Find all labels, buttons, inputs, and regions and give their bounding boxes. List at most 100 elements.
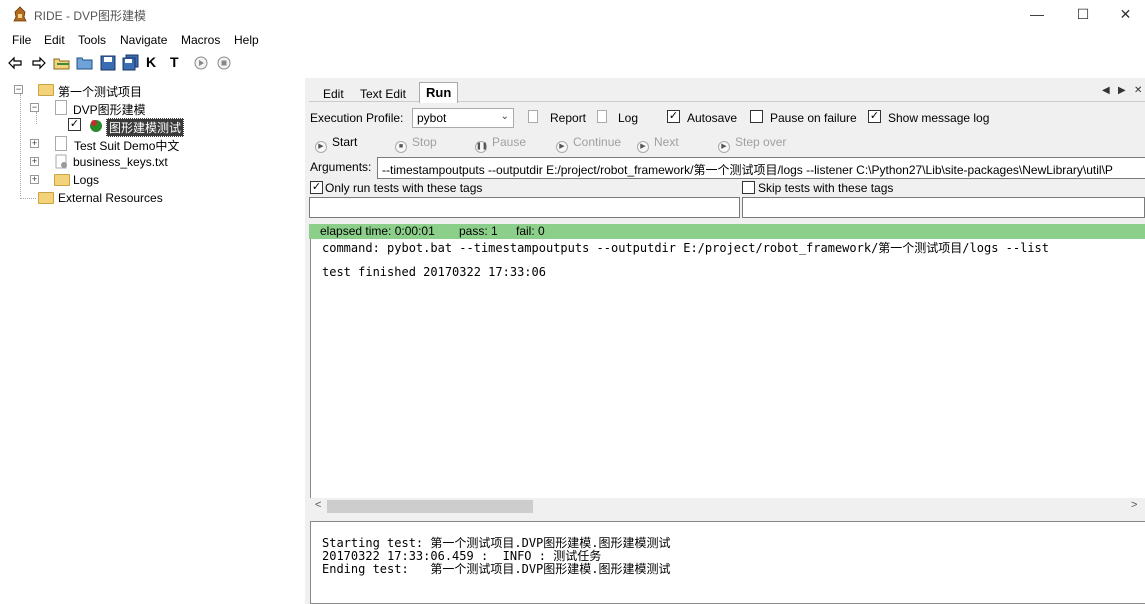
arguments-input[interactable]: --timestampoutputs --outputdir E:/projec… <box>377 157 1145 179</box>
run-status-bar: elapsed time: 0:00:01 pass: 1 fail: 0 <box>309 224 1145 239</box>
console-output[interactable]: command: pybot.bat --timestampoutputs --… <box>310 239 1145 516</box>
run-icon[interactable] <box>192 54 210 72</box>
resource-file-icon <box>55 154 67 169</box>
autosave-label: Autosave <box>687 111 738 125</box>
toolbar: K T <box>0 51 1145 75</box>
show-message-log-label: Show message log <box>888 111 990 125</box>
forward-arrow-icon[interactable] <box>30 54 48 72</box>
save-icon[interactable] <box>99 54 117 72</box>
skip-tags-checkbox[interactable] <box>742 181 755 194</box>
tab-text-edit[interactable]: Text Edit <box>353 84 413 102</box>
tab-edit[interactable]: Edit <box>316 84 351 102</box>
scroll-left-icon[interactable]: < <box>315 499 321 511</box>
scrollbar-thumb[interactable] <box>327 500 533 513</box>
robot-test-icon <box>90 120 102 132</box>
keyword-search-icon[interactable]: K <box>146 54 164 72</box>
execution-profile-label: Execution Profile: <box>310 111 404 125</box>
execution-profile-row: Execution Profile: pybot ⌄ Report Log ✓ … <box>309 106 1145 130</box>
message-log-output[interactable]: Starting test: 第一个测试项目.DVP图形建模.图形建模测试 20… <box>310 521 1145 604</box>
exclude-tags-input[interactable] <box>742 197 1145 218</box>
tree-item-logs[interactable]: + Logs <box>30 171 230 189</box>
chevron-down-icon: ⌄ <box>500 111 509 122</box>
arguments-label: Arguments: <box>310 160 372 174</box>
back-arrow-icon[interactable] <box>6 54 24 72</box>
execution-profile-select[interactable]: pybot ⌄ <box>412 108 514 128</box>
next-icon: ▶ <box>637 141 649 153</box>
scroll-right-icon[interactable]: > <box>1131 499 1137 511</box>
menu-tools[interactable]: Tools <box>78 33 106 47</box>
open-directory-icon[interactable] <box>76 54 94 72</box>
tree-line <box>20 94 21 196</box>
tags-row: ✓ Only run tests with these tags Skip te… <box>309 180 1145 220</box>
report-button[interactable]: Report <box>550 111 586 125</box>
continue-label: Continue <box>573 135 622 149</box>
collapse-icon[interactable]: − <box>14 85 23 94</box>
autosave-checkbox[interactable]: ✓ <box>667 110 680 123</box>
expand-icon[interactable]: + <box>30 157 39 166</box>
tree-item-test-suit-demo[interactable]: + Test Suit Demo中文 <box>30 135 230 153</box>
pause-on-failure-checkbox[interactable] <box>750 110 763 123</box>
tree-item-business-keys[interactable]: + business_keys.txt <box>30 153 230 171</box>
continue-button[interactable]: ▶ Continue <box>556 135 621 153</box>
maximize-button[interactable]: ☐ <box>1060 0 1106 30</box>
folder-icon <box>38 192 54 204</box>
menu-macros[interactable]: Macros <box>181 33 220 47</box>
save-all-icon[interactable] <box>122 54 140 72</box>
minimize-button[interactable]: — <box>1014 0 1060 30</box>
menu-help[interactable]: Help <box>234 33 259 47</box>
tab-scroll-left-icon[interactable]: ◀ <box>1102 85 1110 96</box>
play-icon: ▶ <box>315 141 327 153</box>
tree-item-label: DVP图形建模 <box>73 103 146 117</box>
open-folder-icon[interactable] <box>53 54 71 72</box>
close-window-button[interactable]: ✕ <box>1106 0 1145 30</box>
menu-navigate[interactable]: Navigate <box>120 33 167 47</box>
output-finished-line: test finished 20170322 17:33:06 <box>322 265 546 279</box>
tree-item-label: business_keys.txt <box>73 155 168 169</box>
stop-button[interactable]: ■ Stop <box>395 135 437 153</box>
tree-item-label: External Resources <box>58 191 163 205</box>
collapse-icon[interactable]: − <box>30 103 39 112</box>
tab-run[interactable]: Run <box>419 82 459 103</box>
horizontal-scrollbar[interactable]: < > <box>309 498 1145 515</box>
window-title: RIDE - DVP图形建模 <box>34 9 147 23</box>
pause-label: Pause <box>492 135 527 149</box>
elapsed-time: elapsed time: 0:00:01 <box>320 224 435 238</box>
pause-button[interactable]: ❚❚ Pause <box>475 135 526 153</box>
tree-item-suite[interactable]: − DVP图形建模 <box>30 99 230 117</box>
tab-scroll-right-icon[interactable]: ▶ <box>1118 85 1126 96</box>
menu-bar: File Edit Tools Navigate Macros Help <box>0 30 1145 50</box>
test-search-icon[interactable]: T <box>170 54 188 72</box>
pause-on-failure-label: Pause on failure <box>770 111 857 125</box>
tab-close-icon[interactable]: ✕ <box>1134 85 1142 96</box>
include-tags-input[interactable] <box>309 197 740 218</box>
menu-file[interactable]: File <box>12 33 31 47</box>
expand-icon[interactable]: + <box>30 139 39 148</box>
skip-tags-label: Skip tests with these tags <box>758 181 894 195</box>
ride-app-icon <box>13 6 27 22</box>
only-run-tags-label: Only run tests with these tags <box>325 181 483 195</box>
start-button[interactable]: ▶ Start <box>315 135 357 153</box>
next-button[interactable]: ▶ Next <box>637 135 679 153</box>
stop-label: Stop <box>412 135 437 149</box>
step-over-button[interactable]: ▶ Step over <box>718 135 786 153</box>
log-icon <box>597 110 607 123</box>
run-controls: ▶ Start ■ Stop ❚❚ Pause ▶ Continue ▶ Next ▶ St… <box>309 132 1145 154</box>
stop-icon[interactable] <box>215 54 233 72</box>
start-label: Start <box>332 135 358 149</box>
log-button[interactable]: Log <box>618 111 638 125</box>
file-icon <box>55 136 67 151</box>
output-command-line: command: pybot.bat --timestampoutputs --… <box>322 241 1049 255</box>
show-message-log-checkbox[interactable]: ✓ <box>868 110 881 123</box>
tree-item-external-resources[interactable]: External Resources <box>36 189 236 207</box>
tree-item-root[interactable]: − 第一个测试项目 <box>14 81 214 99</box>
tree-item-test-case[interactable]: ✓ 图形建模测试 <box>68 117 188 137</box>
execution-profile-value: pybot <box>417 111 447 125</box>
menu-edit[interactable]: Edit <box>44 33 65 47</box>
stop-icon: ■ <box>395 141 407 153</box>
fail-count: fail: 0 <box>516 224 545 238</box>
title-bar: RIDE - DVP图形建模 — ☐ ✕ <box>0 0 1145 30</box>
test-checkbox[interactable]: ✓ <box>68 118 81 131</box>
expand-icon[interactable]: + <box>30 175 39 184</box>
only-run-tags-checkbox[interactable]: ✓ <box>310 181 323 194</box>
pause-icon: ❚❚ <box>475 141 488 153</box>
